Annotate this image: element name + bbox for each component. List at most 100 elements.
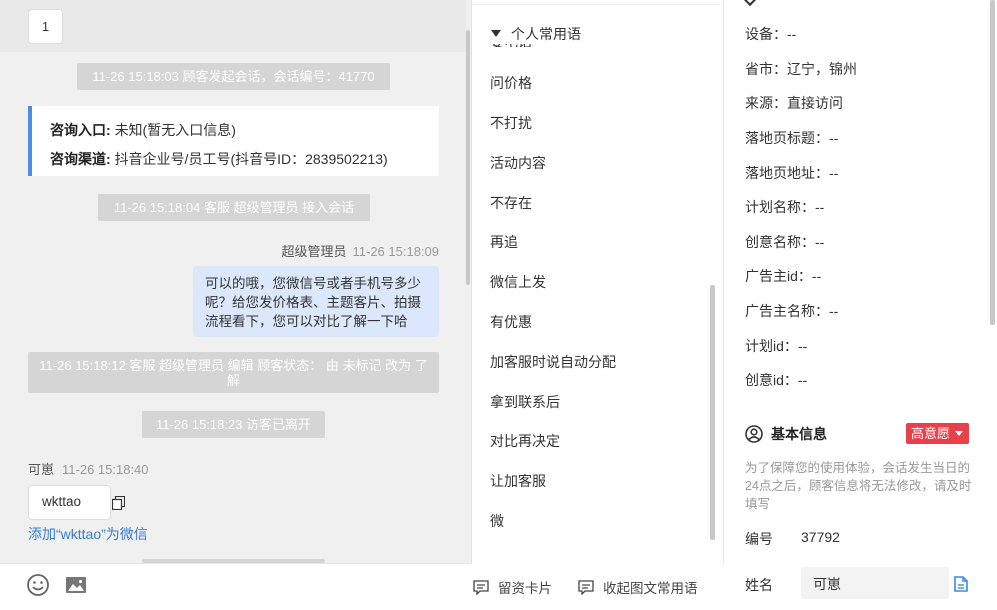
basic-info-label: 基本信息: [771, 426, 827, 442]
basic-info-title: 基本信息: [745, 424, 827, 444]
info-row-landing-title: 落地页标题：--: [745, 128, 838, 148]
intent-level-label: 高意愿: [911, 426, 951, 441]
info-row-advertiser-name: 广告主名称：--: [745, 301, 838, 321]
customer-name: 可崽: [28, 462, 55, 477]
system-message: 11-26 15:18:23 访客已离开: [142, 411, 325, 438]
phrase-item[interactable]: 活动内容: [490, 153, 546, 173]
info-row-advertiser-id: 广告主id：--: [745, 266, 821, 286]
entry-info-card: 咨询入口: 未知(暂无入口信息) 咨询渠道: 抖音企业号/员工号(抖音号ID：2…: [28, 106, 439, 176]
customer-message-text: wkttao: [42, 494, 82, 509]
agent-message-meta: 超级管理员 11-26 15:18:09: [281, 241, 439, 260]
field-value: --: [811, 268, 822, 284]
phrases-panel: 要电话 个人常用语 问价格 不打扰 活动内容 不存在 再追 微信上发 有优惠 加…: [472, 0, 724, 610]
customer-time: 11-26 15:18:40: [62, 462, 149, 477]
field-value: --: [829, 165, 839, 181]
name-label: 姓名: [745, 577, 773, 593]
field-label: 广告主id：: [745, 268, 812, 284]
phrase-item[interactable]: 不存在: [490, 193, 532, 213]
field-label: 广告主名称：: [745, 303, 829, 319]
user-circle-icon: [745, 425, 763, 443]
phrase-group-label: 个人常用语: [511, 26, 581, 42]
caret-down-icon: [955, 431, 963, 436]
chat-toolbar: [0, 563, 472, 610]
channel-row: 咨询渠道: 抖音企业号/员工号(抖音号ID：2839502213): [50, 145, 439, 174]
emoji-icon[interactable]: [26, 573, 50, 597]
field-value: --: [815, 234, 825, 250]
info-row-source: 来源：直接访问: [745, 93, 843, 113]
image-icon[interactable]: [64, 573, 88, 597]
field-label: 计划名称：: [745, 199, 815, 215]
info-row-device: 设备：--: [745, 24, 796, 44]
phrase-item[interactable]: 不打扰: [490, 113, 532, 133]
phrase-item[interactable]: 微: [490, 511, 504, 531]
field-label: 来源：: [745, 95, 787, 111]
channel-label: 咨询渠道:: [50, 151, 111, 167]
field-value: --: [787, 26, 797, 42]
id-value: 37792: [801, 529, 840, 545]
channel-value: 抖音企业号/员工号(抖音号ID：2839502213): [114, 151, 388, 167]
phrases-header-line: [472, 4, 722, 20]
conversation-header: 1: [0, 0, 466, 52]
agent-name: 超级管理员: [281, 244, 347, 259]
system-message: 11-26 15:18:03 顾客发起会话，会话编号：41770: [77, 63, 390, 90]
field-label: 省市：: [745, 61, 787, 77]
phrases-scrollbar[interactable]: [710, 285, 715, 540]
add-wechat-link[interactable]: 添加“wkttao”为微信: [28, 524, 148, 544]
field-label: 计划id：: [745, 338, 798, 354]
info-row-creative-id: 创意id：--: [745, 370, 807, 390]
system-message: 11-26 15:18:04 客服 超级管理员 接入会话: [98, 194, 370, 221]
field-value: --: [797, 372, 808, 388]
field-value: --: [829, 303, 839, 319]
phrase-group-title[interactable]: 个人常用语: [491, 24, 585, 44]
info-row-creative-name: 创意名称：--: [745, 232, 824, 252]
entry-value: 未知(暂无入口信息): [114, 122, 236, 138]
document-icon[interactable]: [954, 576, 968, 592]
lead-card-button[interactable]: 留资卡片: [473, 577, 552, 597]
id-label: 编号: [745, 531, 773, 547]
system-message: 11-26 15:18:12 客服 超级管理员 编辑 顾客状态： 由 未标记 改…: [28, 352, 439, 393]
chat-panel: 1 11-26 15:18:03 顾客发起会话，会话编号：41770 咨询入口:…: [0, 0, 472, 610]
customer-message-meta: 可崽 11-26 15:18:40: [28, 459, 149, 478]
copy-icon[interactable]: [112, 496, 125, 510]
info-row-landing-url: 落地页地址：--: [745, 163, 838, 183]
info-row-plan-id: 计划id：--: [745, 336, 807, 356]
phrase-item[interactable]: 再追: [490, 232, 518, 252]
name-field[interactable]: 可崽: [801, 567, 949, 599]
info-row-region: 省市：辽宁，锦州: [745, 59, 857, 79]
conversation-index[interactable]: 1: [28, 9, 63, 44]
agent-message-bubble: 可以的哦，您微信号或者手机号多少呢？给您发价格表、主题客片、拍摄流程看下，您可以…: [193, 266, 439, 337]
message-card-icon: [473, 579, 489, 595]
field-value: --: [797, 338, 808, 354]
caret-down-icon: [491, 30, 501, 37]
chat-scrollbar[interactable]: [466, 30, 470, 285]
info-row-plan-name: 计划名称：--: [745, 197, 824, 217]
field-label: 设备：: [745, 26, 787, 42]
info-scrollbar[interactable]: [990, 0, 995, 325]
collapse-phrases-label: 收起图文常用语: [603, 581, 698, 596]
phrase-item[interactable]: 对比再决定: [490, 431, 560, 451]
chat-history[interactable]: 1 11-26 15:18:03 顾客发起会话，会话编号：41770 咨询入口:…: [0, 0, 472, 563]
phrase-item[interactable]: 问价格: [490, 73, 532, 93]
phrase-item[interactable]: 微信上发: [490, 272, 546, 292]
field-value: --: [815, 199, 825, 215]
customer-message-bubble: wkttao: [28, 485, 125, 520]
phrase-item[interactable]: 有优惠: [490, 312, 532, 332]
field-label: 创意名称：: [745, 234, 815, 250]
field-label: 落地页地址：: [745, 165, 829, 181]
message-collapse-icon: [578, 579, 594, 595]
edit-deadline-notice: 为了保障您的使用体验，会话发生当日的24点之后，顾客信息将无法修改，请及时填写: [745, 461, 972, 511]
phrase-item[interactable]: 拿到联系后: [490, 392, 560, 412]
chevron-down-icon[interactable]: [742, 0, 758, 7]
customer-info-panel: 设备：-- 省市：辽宁，锦州 来源：直接访问 落地页标题：-- 落地页地址：--…: [725, 0, 997, 610]
field-value: 辽宁，锦州: [787, 61, 857, 77]
field-label: 落地页标题：: [745, 130, 829, 146]
entry-label: 咨询入口:: [50, 122, 111, 138]
phrase-item[interactable]: 让加客服: [490, 471, 546, 491]
lead-card-label: 留资卡片: [498, 581, 552, 596]
entry-row: 咨询入口: 未知(暂无入口信息): [50, 116, 439, 145]
agent-time: 11-26 15:18:09: [352, 244, 440, 259]
collapse-phrases-button[interactable]: 收起图文常用语: [578, 577, 698, 597]
phrase-item[interactable]: 加客服时说自动分配: [490, 352, 616, 372]
intent-level-dropdown[interactable]: 高意愿: [906, 423, 969, 444]
field-value: 直接访问: [787, 95, 843, 111]
